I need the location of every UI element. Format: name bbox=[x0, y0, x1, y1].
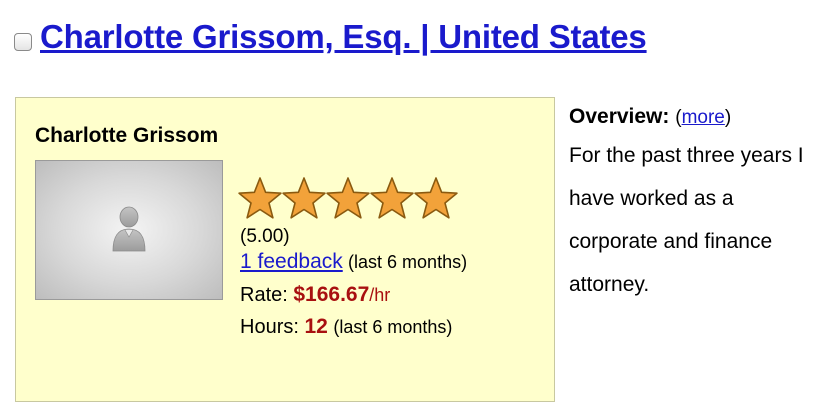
overview-header: Overview: (more) bbox=[569, 102, 814, 133]
user-silhouette-icon bbox=[111, 203, 147, 258]
avatar[interactable] bbox=[35, 160, 223, 300]
freelancer-listing: Charlotte Grissom, Esq. | United States … bbox=[0, 0, 822, 418]
star-icon bbox=[370, 176, 414, 220]
feedback-link[interactable]: 1 feedback bbox=[240, 250, 343, 273]
feedback-note: (last 6 months) bbox=[348, 252, 468, 272]
hours-label: Hours: bbox=[240, 316, 299, 338]
rate-value: $166.67 bbox=[293, 283, 370, 306]
overview-text: For the past three years I have worked a… bbox=[569, 144, 804, 296]
feedback-row: 1 feedback (last 6 months) bbox=[240, 249, 467, 275]
profile-stats: (5.00) 1 feedback (last 6 months) Rate: … bbox=[238, 176, 467, 339]
listing-header: Charlotte Grissom, Esq. | United States bbox=[14, 18, 647, 56]
overview-section: Overview: (more) For the past three year… bbox=[569, 102, 814, 306]
rate-row: Rate: $166.67/hr bbox=[240, 283, 467, 307]
select-checkbox[interactable] bbox=[14, 33, 32, 51]
more-close-paren: ) bbox=[724, 107, 732, 128]
rating-value: (5.00) bbox=[240, 226, 290, 247]
star-icon bbox=[238, 176, 282, 220]
star-icon bbox=[326, 176, 370, 220]
profile-name: Charlotte Grissom bbox=[35, 124, 219, 147]
profile-card: Charlotte Grissom (5.00) 1 feedback (las… bbox=[15, 97, 555, 402]
profile-title-link[interactable]: Charlotte Grissom, Esq. | United States bbox=[40, 18, 647, 56]
overview-more: (more) bbox=[675, 107, 731, 128]
hours-note: (last 6 months) bbox=[333, 317, 453, 337]
rating-stars bbox=[238, 176, 467, 220]
more-link[interactable]: more bbox=[682, 107, 725, 128]
hours-row: Hours: 12 (last 6 months) bbox=[240, 315, 467, 339]
overview-label: Overview: bbox=[569, 105, 670, 128]
star-icon bbox=[414, 176, 458, 220]
rate-label: Rate: bbox=[240, 284, 288, 306]
rate-unit: /hr bbox=[369, 285, 391, 305]
hours-value: 12 bbox=[304, 315, 328, 338]
star-icon bbox=[282, 176, 326, 220]
